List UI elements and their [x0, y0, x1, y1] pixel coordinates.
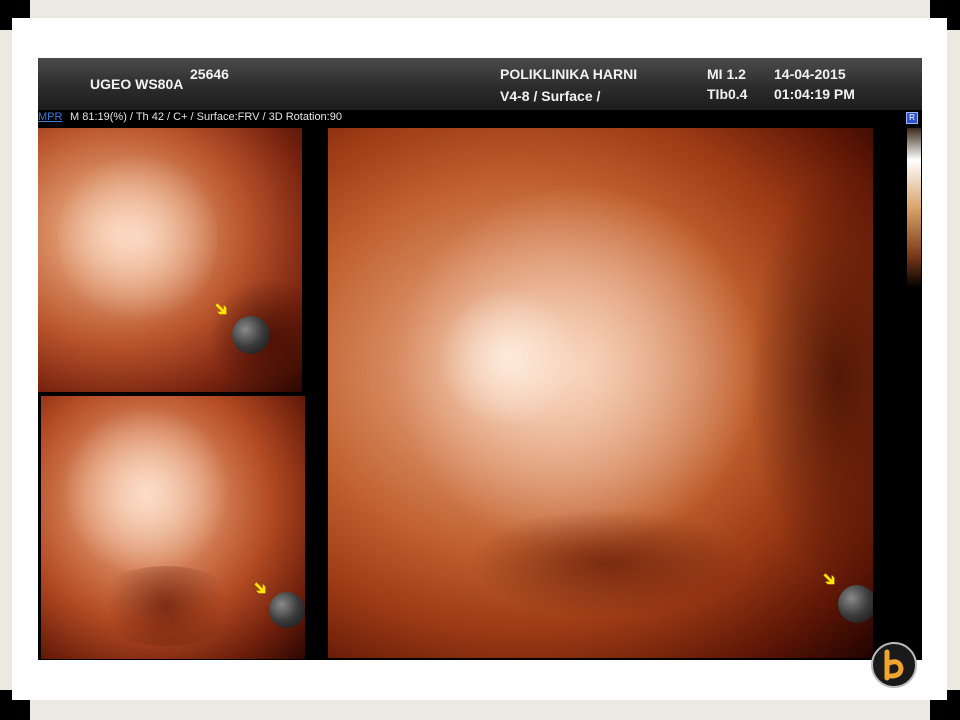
device-name: UGEO WS80A	[90, 76, 184, 92]
clinic-name: POLIKLINIKA HARNI	[500, 66, 638, 82]
exam-date: 14-04-2015	[774, 66, 846, 82]
patient-id: 25646	[190, 66, 229, 82]
mpr-pane-bottom-left[interactable]: ➔	[41, 396, 305, 659]
reference-marker-icon[interactable]	[232, 316, 270, 354]
ultrasound-monitor: UGEO WS80A 25646 POLIKLINIKA HARNI V4-8 …	[38, 58, 922, 660]
view-toggle-button[interactable]: R	[906, 112, 918, 124]
mouth-shadow	[468, 508, 748, 618]
face-highlight	[61, 406, 231, 576]
right-shadow	[748, 168, 873, 588]
monitor-header: UGEO WS80A 25646 POLIKLINIKA HARNI V4-8 …	[38, 58, 922, 110]
tib-value: TIb0.4	[707, 86, 748, 102]
mouth-shadow	[91, 566, 241, 646]
reference-marker-icon[interactable]	[269, 592, 305, 628]
face-highlight	[58, 148, 218, 328]
mi-value: MI 1.2	[707, 66, 746, 82]
exam-time: 01:04:19 PM	[774, 86, 855, 102]
clinic-logo-icon	[871, 642, 917, 688]
grayscale-bar	[907, 128, 921, 288]
reference-marker-icon[interactable]	[838, 585, 873, 623]
imaging-parameters: M 81:19(%) / Th 42 / C+ / Surface:FRV / …	[70, 111, 342, 123]
probe-info: V4-8 / Surface /	[500, 88, 601, 104]
nose-highlight	[438, 288, 578, 428]
mpr-pane-top-left[interactable]: ➔	[38, 128, 302, 392]
3d-render-pane[interactable]: ➔	[328, 128, 873, 658]
yellow-arrow-icon: ➔	[248, 575, 273, 601]
mpr-mode-button[interactable]: MPR	[38, 111, 62, 123]
info-bar: MPR M 81:19(%) / Th 42 / C+ / Surface:FR…	[38, 110, 922, 126]
